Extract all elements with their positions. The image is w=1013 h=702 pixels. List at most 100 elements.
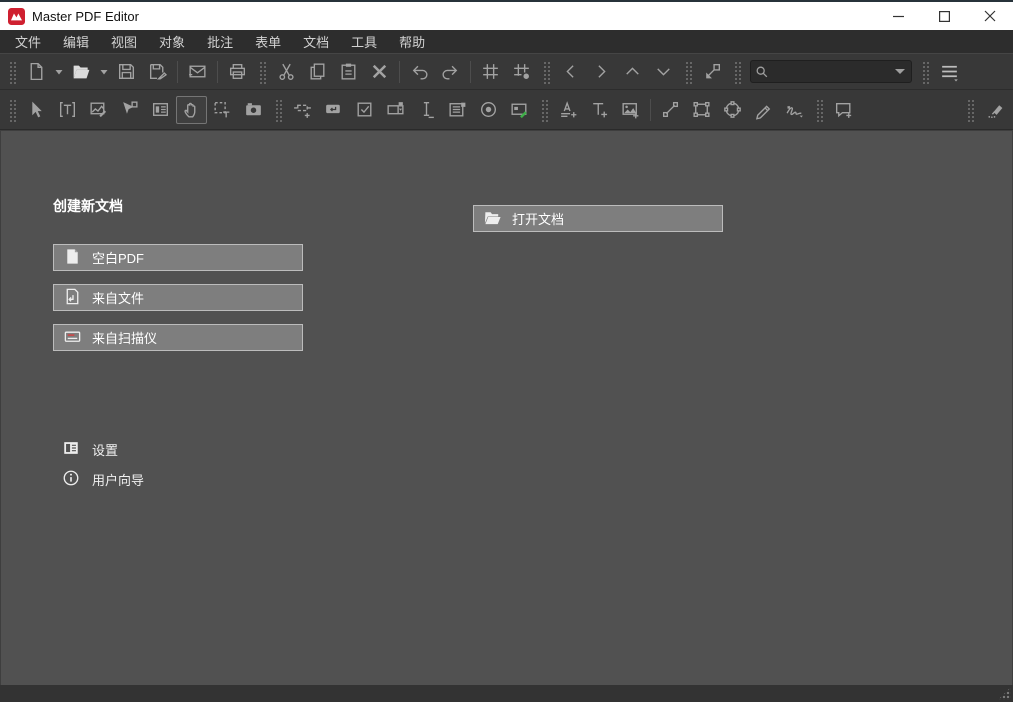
menu-item-3[interactable]: 对象 <box>148 29 196 54</box>
toolbar-drag-handle[interactable] <box>542 59 550 84</box>
pencil-tool-button[interactable] <box>748 96 779 124</box>
edit-text-tool-button[interactable] <box>52 96 83 124</box>
dropdown-arrow-button[interactable] <box>97 58 111 86</box>
sticky-note-button[interactable] <box>828 96 859 124</box>
email-icon <box>187 61 208 82</box>
toolbar-drag-handle[interactable] <box>8 59 16 84</box>
link-tool-button[interactable] <box>287 96 318 124</box>
toolbar-drag-handle[interactable] <box>274 97 282 122</box>
toolbar-drag-handle[interactable] <box>540 97 548 122</box>
button-field-button[interactable] <box>318 96 349 124</box>
hand-tool-icon <box>181 99 202 120</box>
paste-button[interactable] <box>333 58 364 86</box>
menu-item-0[interactable]: 文件 <box>4 29 52 54</box>
menu-item-7[interactable]: 工具 <box>340 29 388 54</box>
settings-link[interactable]: 设置 <box>62 439 118 460</box>
menu-item-5[interactable]: 表单 <box>244 29 292 54</box>
toolbar-drag-handle[interactable] <box>733 59 741 84</box>
checkbox-field-button[interactable] <box>349 96 380 124</box>
save-as-button[interactable] <box>142 58 173 86</box>
select-text-tool-button[interactable] <box>207 96 238 124</box>
eraser-tool-button[interactable] <box>979 96 1010 124</box>
print-button[interactable] <box>222 58 253 86</box>
grid-icon <box>480 61 501 82</box>
email-button[interactable] <box>182 58 213 86</box>
hand-tool-button[interactable] <box>176 95 207 124</box>
rectangle-tool-button[interactable] <box>686 96 717 124</box>
user-guide-link[interactable]: 用户向导 <box>62 469 144 490</box>
dropdown-arrow-button[interactable] <box>52 58 66 86</box>
minimize-button[interactable] <box>875 2 921 30</box>
rectangle-tool-icon <box>691 99 712 120</box>
line-tool-button[interactable] <box>655 96 686 124</box>
undo-button[interactable] <box>404 58 435 86</box>
copy-button[interactable] <box>302 58 333 86</box>
select-tool-button[interactable] <box>21 96 52 124</box>
dropdown-arrow-icon <box>99 67 109 77</box>
blank-pdf-button[interactable]: 空白PDF <box>53 244 303 271</box>
toolbar-drag-handle[interactable] <box>684 59 692 84</box>
cut-button[interactable] <box>271 58 302 86</box>
ellipse-tool-button[interactable] <box>717 96 748 124</box>
search-box[interactable] <box>750 60 912 83</box>
snapshot-tool-button[interactable] <box>238 96 269 124</box>
next-view-button[interactable] <box>586 58 617 86</box>
page-up-button[interactable] <box>617 58 648 86</box>
new-document-button[interactable] <box>21 58 52 86</box>
radio-field-button[interactable] <box>473 96 504 124</box>
open-document-button[interactable] <box>66 58 97 86</box>
open-document-button[interactable]: 打开文档 <box>473 205 723 232</box>
title-bar: Master PDF Editor <box>0 2 1013 30</box>
resize-grip[interactable] <box>998 687 1011 700</box>
signature-tool-button[interactable] <box>779 96 810 124</box>
redo-button[interactable] <box>435 58 466 86</box>
text-field-button[interactable] <box>411 96 442 124</box>
signature-field-button[interactable] <box>504 96 535 124</box>
listbox-field-icon <box>447 99 468 120</box>
search-input[interactable] <box>772 64 895 79</box>
from-scanner-button[interactable]: 来自扫描仪 <box>53 324 303 351</box>
next-view-icon <box>591 61 612 82</box>
properties-tool-button[interactable] <box>145 96 176 124</box>
checkbox-field-icon <box>354 99 375 120</box>
menu-item-8[interactable]: 帮助 <box>388 29 436 54</box>
previous-view-button[interactable] <box>555 58 586 86</box>
add-text-button[interactable] <box>584 96 615 124</box>
new-document-icon <box>26 61 47 82</box>
edit-forms-tool-button[interactable] <box>114 96 145 124</box>
toolbar-drag-handle[interactable] <box>258 59 266 84</box>
toolbar-drag-handle[interactable] <box>8 97 16 122</box>
toolbar-drag-handle[interactable] <box>921 59 929 84</box>
toolbar-separator <box>650 98 651 121</box>
menu-item-1[interactable]: 编辑 <box>52 29 100 54</box>
save-button[interactable] <box>111 58 142 86</box>
menu-item-2[interactable]: 视图 <box>100 29 148 54</box>
welcome-screen: 创建新文档 空白PDF 来自文件 来自扫描仪 打开文档 设置 用户向导 <box>0 130 1013 685</box>
snap-to-grid-button[interactable] <box>506 58 537 86</box>
app-window: Master PDF Editor 文件 编辑 视图 对象 批注 表单 文档 工具 帮助 创建新… <box>0 0 1013 702</box>
delete-button[interactable] <box>364 58 395 86</box>
search-dropdown-arrow[interactable] <box>895 69 905 74</box>
page-down-button[interactable] <box>648 58 679 86</box>
from-file-icon <box>63 287 82 309</box>
toolbar-drag-handle[interactable] <box>966 97 974 122</box>
settings-icon <box>62 439 80 460</box>
menu-item-4[interactable]: 批注 <box>196 29 244 54</box>
add-image-button[interactable] <box>615 96 646 124</box>
maximize-button[interactable] <box>921 2 967 30</box>
grid-button[interactable] <box>475 58 506 86</box>
edit-images-tool-button[interactable] <box>83 96 114 124</box>
toolbar-separator <box>399 60 400 83</box>
menu-item-6[interactable]: 文档 <box>292 29 340 54</box>
listbox-field-button[interactable] <box>442 96 473 124</box>
menu-button[interactable] <box>934 58 965 86</box>
text-annotation-button[interactable] <box>553 96 584 124</box>
combobox-field-button[interactable] <box>380 96 411 124</box>
eraser-tool-icon <box>984 99 1005 120</box>
from-file-button[interactable]: 来自文件 <box>53 284 303 311</box>
line-tool-icon <box>660 99 681 120</box>
copy-icon <box>307 61 328 82</box>
fit-window-button[interactable] <box>697 58 728 86</box>
close-button[interactable] <box>967 2 1013 30</box>
toolbar-drag-handle[interactable] <box>815 97 823 122</box>
